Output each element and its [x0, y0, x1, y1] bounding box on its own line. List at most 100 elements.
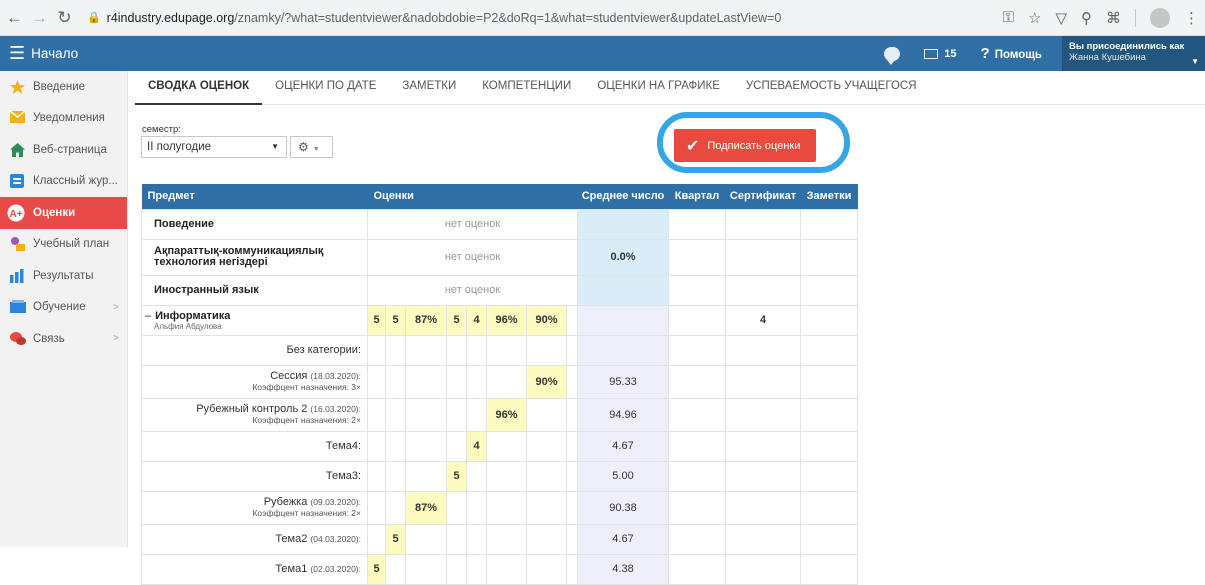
grade-cell[interactable]: 90% [526, 364, 567, 399]
browser-menu-icon[interactable]: ⋮ [1184, 9, 1199, 27]
grade-cell[interactable]: 5 [385, 523, 406, 555]
sidebar-item-curriculum[interactable]: Учебный план [0, 229, 127, 261]
grade-cell[interactable]: 5 [446, 304, 467, 336]
reload-icon[interactable]: ↻ [54, 8, 75, 28]
address-bar[interactable]: 🔒 r4industry.edupage.org/znamky/?what=st… [87, 5, 1003, 31]
grade-cell[interactable]: 87% [405, 304, 447, 336]
sidebar-item-learning[interactable]: Обучение > [0, 292, 127, 324]
envelope-icon [924, 48, 939, 59]
tab-student-progress[interactable]: УСПЕВАЕМОСТЬ УЧАЩЕГОСЯ [733, 80, 930, 104]
sidebar-item-label: Результаты [33, 269, 94, 282]
gear-icon: ⚙ [298, 140, 309, 154]
table-row: – Информатика Альфия Абдулова 5 5 87% 5 4 … [141, 304, 858, 336]
table-row: Тема1 (02.03.2020): 5 4.38 [141, 553, 858, 585]
grade-cell[interactable]: 87% [405, 490, 447, 525]
sidebar-item-label: Связь [33, 332, 65, 345]
category-date: (09.03.2020): [310, 496, 361, 507]
svg-text:A+: A+ [9, 209, 22, 220]
back-arrow-icon[interactable]: ← [4, 8, 25, 28]
question-icon: ? [980, 45, 990, 62]
grade-cell[interactable]: 4 [466, 304, 487, 336]
grade-cell[interactable]: 5 [385, 304, 406, 336]
collapse-icon[interactable]: – [145, 310, 151, 322]
tab-by-date[interactable]: ОЦЕНКИ ПО ДАТЕ [262, 80, 389, 104]
semester-select[interactable]: II полугодие ▼ [141, 136, 287, 158]
bookmark-star-icon[interactable]: ☆ [1028, 9, 1041, 27]
no-grades-text: нет оценок [367, 208, 578, 240]
extension-icon[interactable]: ⌘ [1106, 9, 1121, 27]
help-button[interactable]: ? Помощь [981, 45, 1042, 62]
sidebar-item-webpage[interactable]: Веб-страница [0, 134, 127, 166]
category-label: Рубежный контроль 2 [196, 402, 308, 415]
key-icon[interactable]: ⚿ [1003, 9, 1014, 26]
browser-toolbar: ← → ↻ 🔒 r4industry.edupage.org/znamky/?w… [0, 0, 1205, 36]
category-cell: Рубежный контроль 2 (16.03.2020): Коэффце… [141, 397, 368, 432]
category-cell: Сессия (18.03.2020): Коэффцент назначения… [141, 364, 368, 399]
quarter-cell [668, 274, 726, 306]
table-row: Рубежный контроль 2 (16.03.2020): Коэффце… [141, 397, 858, 432]
sidebar-item-intro[interactable]: Введение [0, 71, 127, 103]
average-cell: 95.33 [577, 364, 669, 399]
grade-cell[interactable]: 5 [367, 304, 386, 336]
table-row: Тема4: 4 4.67 [141, 430, 858, 462]
tab-notes[interactable]: ЗАМЕТКИ [389, 80, 469, 104]
profile-avatar-icon[interactable] [1150, 7, 1170, 28]
tab-chart[interactable]: ОЦЕНКИ НА ГРАФИКЕ [584, 80, 733, 104]
sidebar-item-journal[interactable]: Классный жур... [0, 166, 127, 198]
sidebar-item-notifications[interactable]: Уведомления [0, 103, 127, 135]
category-label: Без категории: [141, 334, 368, 366]
messages-button[interactable]: 15 [924, 48, 957, 60]
sidebar-item-communication[interactable]: Связь > [0, 323, 127, 355]
quarter-cell [668, 238, 726, 276]
sidebar-item-label: Оценки [33, 206, 76, 219]
notes-cell [800, 238, 858, 276]
user-menu[interactable]: Вы присоединились как Жанна Кушебина ▼ [1062, 36, 1205, 71]
subject-name[interactable]: Иностранный язык [141, 274, 368, 306]
forward-arrow-icon[interactable]: → [29, 8, 50, 28]
notes-cell [800, 304, 858, 336]
grade-cell-empty [566, 304, 578, 336]
lock-icon: 🔒 [86, 12, 101, 24]
grade-cell[interactable]: 5 [367, 553, 386, 585]
sign-grades-button[interactable]: ✔ Подписать оценки [674, 129, 816, 162]
weight-coefficient: Коэффцент назначения: 2× [252, 414, 361, 425]
table-row: Рубежка (09.03.2020): Коэффцент назначени… [141, 490, 858, 525]
average-cell: 4.67 [577, 430, 669, 462]
plan-icon [10, 237, 25, 252]
col-average: Среднее число [577, 184, 669, 209]
subject-name[interactable]: Ақпараттық-коммуникациялық технология не… [141, 238, 368, 276]
table-row: Ақпараттық-коммуникациялық технология не… [141, 238, 858, 276]
category-date: (02.03.2020): [310, 563, 361, 574]
settings-dropdown-button[interactable]: ⚙ ▼ [290, 136, 333, 158]
user-name: Жанна Кушебина [1069, 52, 1146, 63]
caret-down-icon: ▼ [271, 142, 279, 151]
table-header-row: Предмет Оценки Среднее число Квартал Сер… [141, 184, 858, 209]
pocket-icon[interactable]: ▽ [1055, 9, 1067, 27]
col-grades: Оценки [367, 184, 578, 209]
grade-cell[interactable]: 5 [446, 460, 467, 492]
sidebar-item-grades[interactable]: A+ Оценки [0, 197, 127, 229]
grade-cell[interactable]: 90% [526, 304, 567, 336]
home-link[interactable]: Начало [31, 46, 78, 61]
category-label: Сессия [270, 369, 308, 382]
sidebar-item-label: Классный жур... [33, 175, 118, 188]
grades-icon: A+ [7, 204, 25, 222]
notes-cell [800, 208, 858, 240]
col-subject: Предмет [141, 184, 368, 209]
zoom-icon[interactable]: ⚲ [1081, 9, 1092, 27]
grade-cell[interactable]: 96% [486, 304, 527, 336]
sidebar-item-results[interactable]: Результаты [0, 260, 127, 292]
category-label: Тема2 [275, 532, 308, 545]
help-label: Помощь [994, 49, 1042, 61]
grade-cell[interactable]: 4 [466, 430, 487, 462]
user-caption: Вы присоединились как [1069, 41, 1185, 52]
chat-bubble-icon[interactable] [884, 46, 901, 65]
col-notes: Заметки [800, 184, 858, 209]
grade-cell[interactable]: 96% [486, 397, 527, 432]
subject-name[interactable]: Поведение [141, 208, 368, 240]
tab-competencies[interactable]: КОМПЕТЕНЦИИ [469, 80, 584, 104]
book-icon [10, 300, 26, 314]
hamburger-menu-icon[interactable]: ☰ [9, 43, 25, 64]
tab-summary[interactable]: СВОДКА ОЦЕНОК [135, 80, 263, 105]
subject-cell[interactable]: – Информатика Альфия Абдулова [141, 304, 368, 336]
